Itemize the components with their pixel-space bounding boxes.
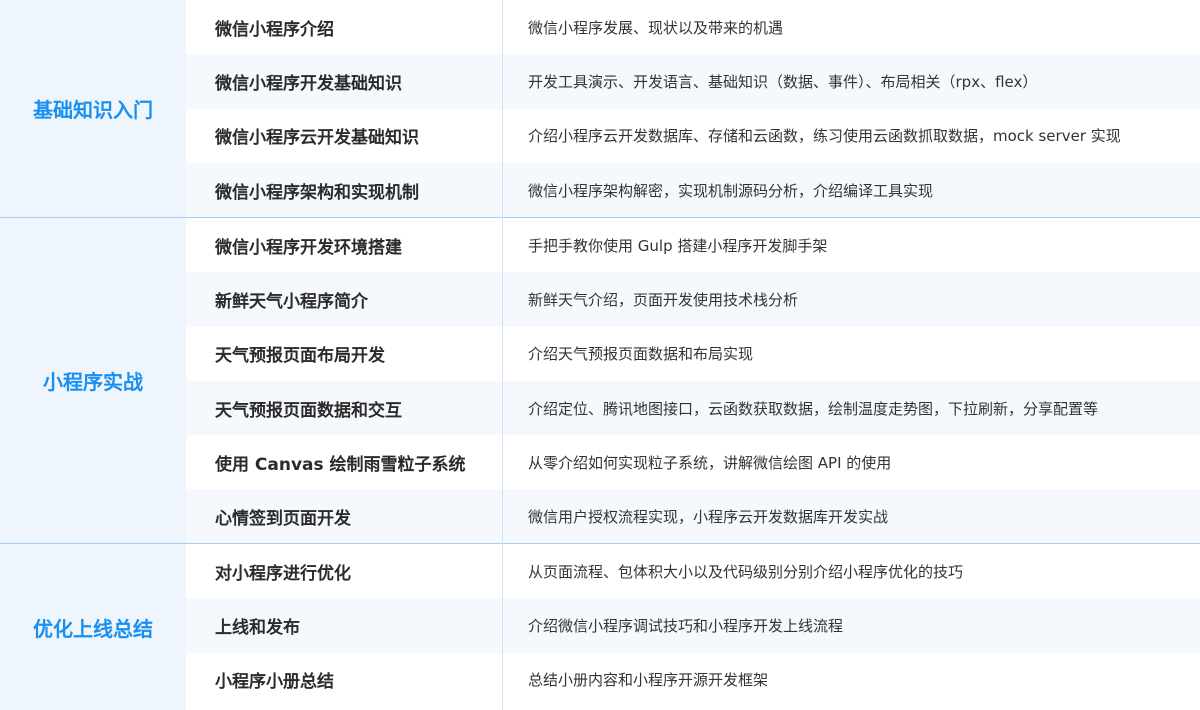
row-topic: 天气预报页面数据和交互 [215,400,402,421]
row-topic: 天气预报页面布局开发 [215,346,385,367]
section-practice: 小程序实战 微信小程序开发环境搭建 手把手教你使用 Gulp 搭建小程序开发脚手… [0,218,1200,544]
row-description: 总结小册内容和小程序开源开发框架 [528,671,769,690]
table-row: 心情签到页面开发 微信用户授权流程实现，小程序云开发数据库开发实战 [186,489,1200,544]
table-row: 微信小程序架构和实现机制 微信小程序架构解密，实现机制源码分析，介绍编译工具实现 [186,162,1200,218]
row-description: 手把手教你使用 Gulp 搭建小程序开发脚手架 [528,236,828,255]
row-description: 开发工具演示、开发语言、基础知识（数据、事件）、布局相关（rpx、flex） [528,72,1038,91]
row-topic: 微信小程序介绍 [215,19,334,40]
table-row: 使用 Canvas 绘制雨雪粒子系统 从零介绍如何实现粒子系统，讲解微信绘图 A… [186,435,1200,490]
column-divider [502,0,503,710]
section-rows: 微信小程序介绍 微信小程序发展、现状以及带来的机遇 微信小程序开发基础知识 开发… [186,0,1200,218]
table-row: 对小程序进行优化 从页面流程、包体积大小以及代码级别分别介绍小程序优化的技巧 [186,544,1200,599]
section-title: 小程序实战 [0,218,186,543]
section-optimize: 优化上线总结 对小程序进行优化 从页面流程、包体积大小以及代码级别分别介绍小程序… [0,544,1200,710]
section-title: 优化上线总结 [0,544,186,710]
row-description: 微信小程序架构解密，实现机制源码分析，介绍编译工具实现 [528,181,934,200]
table-row: 微信小程序开发环境搭建 手把手教你使用 Gulp 搭建小程序开发脚手架 [186,218,1200,273]
row-topic: 微信小程序云开发基础知识 [215,128,419,149]
row-description: 新鲜天气介绍，页面开发使用技术栈分析 [528,290,799,309]
row-topic: 微信小程序开发基础知识 [215,73,402,94]
table-row: 新鲜天气小程序简介 新鲜天气介绍，页面开发使用技术栈分析 [186,272,1200,327]
section-title: 基础知识入门 [0,0,186,217]
course-outline-table: 基础知识入门 微信小程序介绍 微信小程序发展、现状以及带来的机遇 微信小程序开发… [0,0,1200,710]
table-row: 小程序小册总结 总结小册内容和小程序开源开发框架 [186,652,1200,707]
row-description: 介绍定位、腾讯地图接口，云函数获取数据，绘制温度走势图，下拉刷新，分享配置等 [528,399,1099,418]
row-description: 介绍小程序云开发数据库、存储和云函数，练习使用云函数抓取数据，mock serv… [528,127,1121,146]
row-description: 从零介绍如何实现粒子系统，讲解微信绘图 API 的使用 [528,453,892,472]
row-topic: 使用 Canvas 绘制雨雪粒子系统 [215,454,466,475]
table-row: 微信小程序介绍 微信小程序发展、现状以及带来的机遇 [186,0,1200,55]
table-row: 上线和发布 介绍微信小程序调试技巧和小程序开发上线流程 [186,598,1200,653]
row-topic: 上线和发布 [215,617,300,638]
row-topic: 小程序小册总结 [215,672,334,693]
row-description: 从页面流程、包体积大小以及代码级别分别介绍小程序优化的技巧 [528,562,964,581]
table-row: 微信小程序云开发基础知识 介绍小程序云开发数据库、存储和云函数，练习使用云函数抓… [186,108,1200,163]
section-basics: 基础知识入门 微信小程序介绍 微信小程序发展、现状以及带来的机遇 微信小程序开发… [0,0,1200,218]
row-description: 微信小程序发展、现状以及带来的机遇 [528,18,784,37]
table-row: 微信小程序开发基础知识 开发工具演示、开发语言、基础知识（数据、事件）、布局相关… [186,54,1200,109]
section-divider [0,543,1200,544]
row-topic: 对小程序进行优化 [215,563,351,584]
row-topic: 微信小程序开发环境搭建 [215,237,402,258]
row-description: 微信用户授权流程实现，小程序云开发数据库开发实战 [528,508,889,527]
row-description: 介绍天气预报页面数据和布局实现 [528,345,754,364]
row-description: 介绍微信小程序调试技巧和小程序开发上线流程 [528,616,844,635]
section-divider [0,217,1200,218]
row-topic: 微信小程序架构和实现机制 [215,182,419,203]
row-topic: 心情签到页面开发 [215,509,351,530]
table-row: 天气预报页面布局开发 介绍天气预报页面数据和布局实现 [186,326,1200,381]
section-rows: 对小程序进行优化 从页面流程、包体积大小以及代码级别分别介绍小程序优化的技巧 上… [186,544,1200,710]
row-topic: 新鲜天气小程序简介 [215,291,368,312]
table-row: 天气预报页面数据和交互 介绍定位、腾讯地图接口，云函数获取数据，绘制温度走势图，… [186,380,1200,436]
section-rows: 微信小程序开发环境搭建 手把手教你使用 Gulp 搭建小程序开发脚手架 新鲜天气… [186,218,1200,544]
